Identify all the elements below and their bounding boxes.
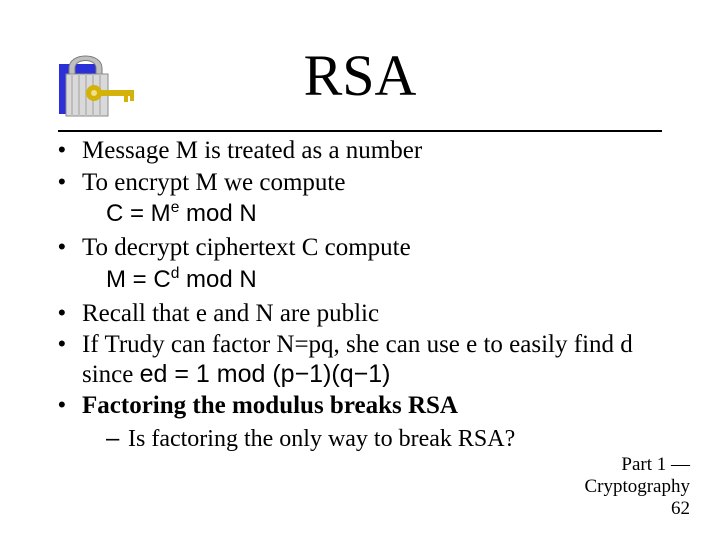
slide-footer: Part 1 — Cryptography 62 — [584, 454, 690, 520]
bullet-marker-icon: • — [58, 299, 82, 328]
bullet-marker-icon: • — [58, 233, 82, 262]
slide: RSA • Message M is treated as a number •… — [0, 0, 720, 540]
slide-body: • Message M is treated as a number • To … — [58, 134, 680, 453]
bullet-item: • Message M is treated as a number — [58, 136, 680, 166]
sub-bullet-item: – Is factoring the only way to break RSA… — [106, 425, 680, 453]
slide-title: RSA — [0, 42, 720, 109]
bullet-text: To decrypt ciphertext C compute — [82, 233, 680, 263]
bullet-marker-icon: • — [58, 391, 82, 420]
bullet-marker-icon: • — [58, 330, 82, 359]
bullet-text: Factoring the modulus breaks RSA — [82, 391, 680, 421]
footer-page-number: 62 — [671, 498, 690, 519]
footer-part: Part 1 — — [621, 454, 690, 475]
bullet-text: If Trudy can factor N=pq, she can use e … — [82, 330, 680, 389]
bullet-text: To encrypt M we compute — [82, 168, 680, 198]
formula-decrypt: M = Cd mod N — [106, 265, 680, 295]
formula-encrypt: C = Me mod N — [106, 199, 680, 229]
bullet-item: • To decrypt ciphertext C compute — [58, 233, 680, 263]
bullet-marker-icon: • — [58, 168, 82, 197]
dash-marker-icon: – — [106, 425, 128, 453]
bullet-item: • Factoring the modulus breaks RSA — [58, 391, 680, 421]
bullet-item: • To encrypt M we compute — [58, 168, 680, 198]
footer-topic: Cryptography — [584, 476, 690, 497]
bullet-item: • Recall that e and N are public — [58, 299, 680, 329]
bullet-text: Message M is treated as a number — [82, 136, 680, 166]
bullet-marker-icon: • — [58, 136, 82, 165]
bullet-text: Recall that e and N are public — [82, 299, 680, 329]
title-underline — [58, 130, 662, 132]
bullet-item: • If Trudy can factor N=pq, she can use … — [58, 330, 680, 389]
sub-bullet-text: Is factoring the only way to break RSA? — [128, 425, 515, 453]
